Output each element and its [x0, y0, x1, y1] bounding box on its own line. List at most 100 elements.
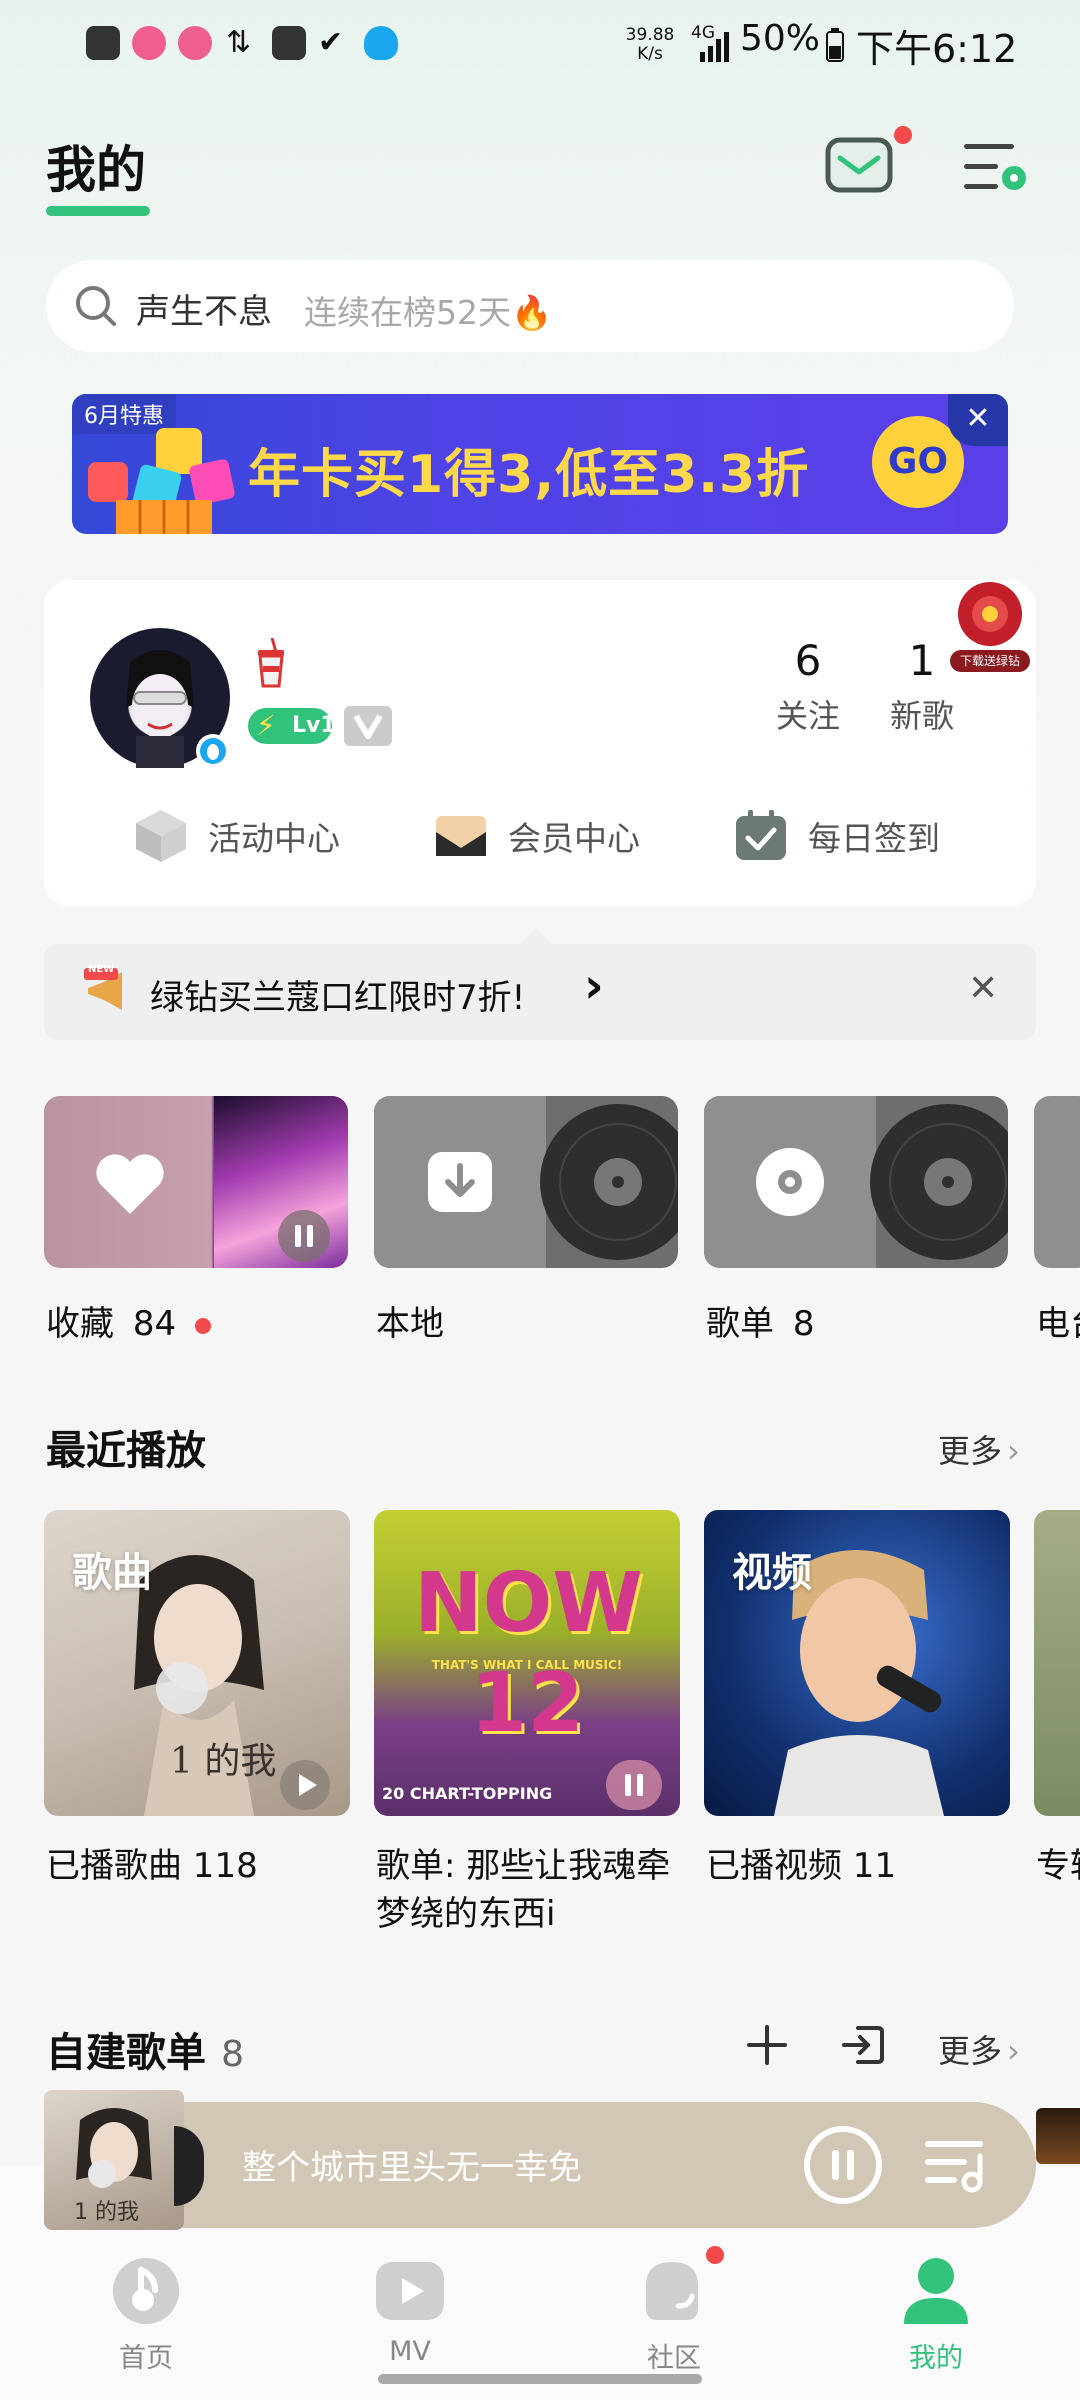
download-icon [428, 1152, 492, 1212]
chevron-right-icon: › [1007, 1432, 1020, 1470]
home-indicator [378, 2374, 702, 2384]
nav-community-red-dot [706, 2246, 724, 2264]
stat-new-songs-label: 新歌 [889, 697, 954, 735]
favorites-label: 收藏 [46, 1304, 114, 1344]
songs-play-button[interactable] [280, 1760, 330, 1810]
recent-card-songs[interactable]: 歌曲 1 的我 [44, 1510, 350, 1816]
green-diamond-download-badge[interactable]: 下载送绿钻 [944, 578, 1036, 678]
recent-card-playlist[interactable]: NOW 12 THAT'S WHAT I CALL MUSIC! 20 CHAR… [374, 1510, 680, 1816]
vip-level-badge[interactable]: ⚡ Lv1 [248, 708, 336, 744]
recent-videos-label: 已播视频 11 [706, 1846, 897, 1886]
net-speed-value: 39.88 [625, 25, 675, 45]
cube-icon [136, 810, 186, 862]
tile-pause-button[interactable] [278, 1210, 330, 1262]
import-playlist-button[interactable] [840, 2022, 886, 2068]
notice-bar[interactable]: NEW 绿钻买兰蔻口红限时7折! › ✕ [44, 944, 1036, 1040]
tile-radio[interactable] [1034, 1096, 1080, 1268]
import-icon [842, 2026, 884, 2064]
lightning-icon: ⚡ [256, 709, 276, 742]
calendar-check-icon [736, 810, 786, 860]
battery-percent: 50% [740, 18, 821, 59]
music-note-icon [113, 2258, 179, 2324]
flower-badge-icon [958, 582, 1022, 646]
messages-button[interactable] [824, 126, 912, 196]
qq-badge [196, 734, 230, 768]
menu-settings-icon [964, 144, 1026, 190]
net-speed-unit: K/s [637, 44, 663, 64]
net-speed: 39.88 K/s [618, 26, 682, 64]
songs-cover-text: 1 的我 [170, 1741, 277, 1782]
player-cover-text: 1 的我 [74, 2200, 139, 2225]
playlists-section-title: 自建歌单 [46, 2030, 206, 2076]
tile-local[interactable] [374, 1096, 678, 1268]
create-playlist-button[interactable] [746, 2024, 788, 2066]
recent-more-link[interactable]: 更多 › [938, 1426, 1020, 1472]
search-query: 声生不息 [136, 292, 272, 332]
radio-label: 电台 [1036, 1304, 1080, 1344]
recent-songs-label: 已播歌曲 118 [46, 1846, 258, 1886]
play-video-icon [376, 2262, 444, 2320]
playlist-cover-bottom: 20 CHART-TOPPING [382, 1784, 553, 1803]
tile-radio-label: 电台 [1036, 1296, 1080, 1345]
mail-icon [825, 137, 893, 193]
settings-menu-button[interactable] [960, 140, 1030, 196]
recent-card-videos[interactable]: 视频 [704, 1510, 1010, 1816]
activity-center-label: 活动中心 [208, 819, 340, 858]
nav-community-label: 社区 [647, 2343, 701, 2374]
player-playlist-button[interactable] [924, 2136, 988, 2196]
pause-icon-2 [625, 1774, 643, 1796]
plus-icon [747, 2025, 787, 2065]
favorites-count: 84 [132, 1304, 177, 1344]
tile-playlists[interactable] [704, 1096, 1008, 1268]
promo-banner[interactable]: 6月特惠 年卡买1得3,低至3.3折 GO ✕ [72, 394, 1008, 534]
tile-favorites[interactable] [44, 1096, 348, 1268]
activity-center-button[interactable]: 活动中心 [134, 806, 340, 866]
nav-community[interactable]: 社区 [604, 2246, 744, 2375]
videos-card-tag: 视频 [732, 1550, 812, 1596]
search-bar[interactable]: 声生不息 连续在榜52天🔥 [46, 260, 1014, 352]
recent-albums-label: 专辑 [1036, 1846, 1080, 1886]
heart-icon [96, 1154, 164, 1214]
nav-mv[interactable]: MV [340, 2256, 480, 2367]
disc-icon [756, 1148, 824, 1216]
playlist-cover-title: NOW 12 [414, 1556, 643, 1751]
player-vinyl [174, 2126, 204, 2206]
clock: 下午6:12 [856, 27, 1018, 71]
player-cover[interactable]: 1 的我 [44, 2090, 184, 2230]
playlists-section-header: 自建歌单 8 [46, 2020, 244, 2078]
daily-checkin-button[interactable]: 每日签到 [734, 806, 940, 866]
notice-close-button[interactable]: ✕ [968, 968, 998, 1009]
banner-close-button[interactable]: ✕ [948, 394, 1008, 446]
verify-badge[interactable] [344, 706, 392, 746]
vinyl-record-icon [540, 1104, 678, 1260]
playlist-queue-icon [925, 2141, 983, 2193]
playlist-pause-button[interactable] [606, 1760, 662, 1810]
player-pause-button[interactable] [802, 2124, 884, 2206]
drink-cup-icon [258, 638, 284, 688]
vinyl-record-icon-2 [870, 1104, 1008, 1260]
recent-card-albums[interactable] [1034, 1510, 1080, 1816]
community-bubble-icon [646, 2262, 698, 2320]
nav-me[interactable]: 我的 [866, 2256, 1006, 2375]
mini-player[interactable]: 1 的我 整个城市里头无一幸免 [44, 2090, 1036, 2230]
tile-local-label: 本地 [376, 1296, 444, 1345]
stat-following[interactable]: 6 关注 [760, 636, 856, 737]
stat-following-num: 6 [794, 636, 822, 685]
data-transfer-icon: ⇅ [226, 25, 252, 60]
tile-playlists-label: 歌单 8 [706, 1296, 814, 1345]
pause-circle-icon [804, 2126, 882, 2204]
new-tag: NEW [88, 964, 115, 975]
playlist-cover-subtitle: THAT'S WHAT I CALL MUSIC! [431, 1658, 623, 1672]
chevron-right-icon-2: › [1007, 2032, 1020, 2070]
songs-card-tag: 歌曲 [72, 1550, 152, 1596]
v-check-icon [353, 714, 383, 739]
nav-home-label: 首页 [119, 2343, 173, 2374]
status-bar: ⇅ ✔ 39.88 K/s 4G 50% 下午6:12 [0, 0, 1080, 86]
recent-section-title: 最近播放 [46, 1428, 206, 1474]
vip-center-button[interactable]: 会员中心 [434, 806, 640, 866]
nav-home[interactable]: 首页 [76, 2256, 216, 2375]
player-song-title: 整个城市里头无一幸免 [242, 2148, 582, 2188]
playlists-more-link[interactable]: 更多 › [938, 2026, 1020, 2072]
nav-mv-label: MV [389, 2336, 431, 2367]
profile-card: ⚡ Lv1 6 关注 1 新歌 下载送绿钻 活动中心 会员中心 每日签到 [44, 580, 1036, 906]
